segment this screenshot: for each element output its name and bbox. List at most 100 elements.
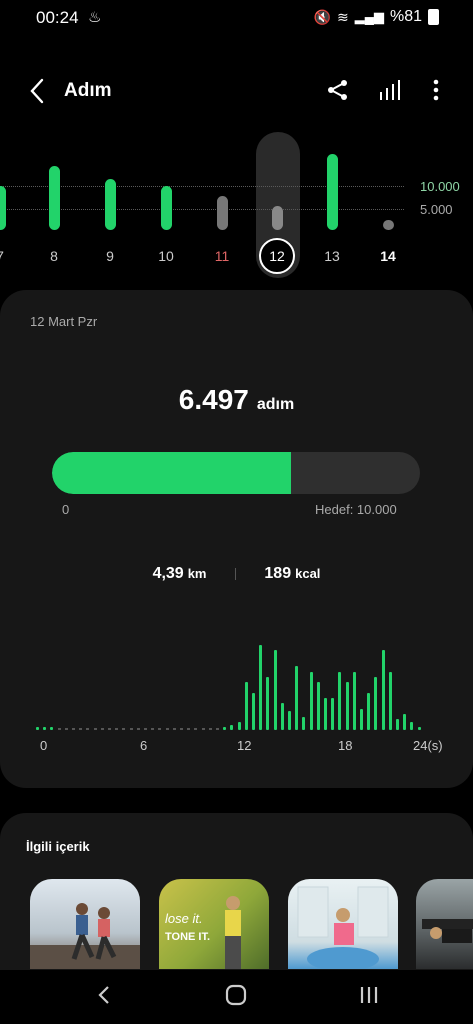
back-button[interactable] [24, 74, 54, 108]
day-bar-12[interactable] [272, 206, 283, 230]
calories-value: 189 [264, 565, 292, 582]
day-label-14[interactable]: 14 [373, 248, 403, 264]
step-count: 6.497 adım [0, 384, 473, 416]
day-bar-9[interactable] [105, 178, 116, 230]
hourly-bar [237, 721, 241, 730]
distance-value: 4,39 [152, 565, 184, 582]
hourly-bar [360, 708, 363, 730]
day-label-10[interactable]: 10 [151, 248, 181, 264]
hourly-bar [338, 671, 342, 730]
hourly-empty-mark [72, 728, 75, 730]
page-title: Adım [64, 80, 112, 101]
bar-chart-icon [380, 80, 400, 100]
hourly-steps-chart [36, 640, 426, 730]
day-bar-8[interactable] [49, 166, 60, 230]
distance-unit: km [187, 566, 207, 581]
stretching-woman-image [297, 886, 389, 969]
calories-unit: kcal [295, 566, 321, 581]
day-label-8[interactable]: 8 [39, 248, 69, 264]
battery-percent: %81 [389, 8, 422, 25]
hourly-bar [50, 727, 54, 730]
hourly-bar [324, 698, 327, 730]
related-thumb-stretch[interactable] [288, 879, 398, 969]
day-label-11[interactable]: 11 [207, 248, 237, 264]
hourly-bar [223, 727, 227, 730]
wifi-icon: ≋ [337, 8, 349, 25]
hourly-bar [252, 692, 255, 730]
day-bar-11[interactable] [217, 196, 228, 230]
hourly-empty-mark [93, 728, 97, 730]
day-bar-14[interactable] [383, 220, 394, 230]
hourly-bar [259, 645, 263, 730]
day-label-13[interactable]: 13 [317, 248, 347, 264]
hourly-empty-mark [57, 728, 61, 730]
gym-image [422, 919, 473, 943]
status-bar: 00:24 ♨ 🔇 ≋ ▂▄▆ %81 [0, 0, 473, 36]
hourly-bar [331, 698, 335, 730]
hourly-bar [266, 676, 270, 730]
trends-button[interactable] [376, 76, 404, 104]
hourly-bar [352, 671, 356, 730]
more-options-button[interactable] [422, 76, 450, 104]
nav-back-button[interactable] [96, 984, 112, 1012]
hour-label-12: 12 [237, 738, 252, 753]
day-bar-10[interactable] [161, 186, 172, 230]
selected-date: 12 Mart Pzr [30, 314, 98, 329]
hourly-bar [288, 710, 291, 730]
daily-summary-card: 12 Mart Pzr 6.497 adım 0 Hedef: 10.000 4,… [0, 290, 473, 788]
hourly-bar [403, 714, 407, 730]
goal-line-10000 [0, 186, 404, 187]
day-label-9[interactable]: 9 [95, 248, 125, 264]
hourly-empty-mark [136, 728, 140, 730]
nav-back-icon [98, 986, 109, 1004]
hourly-bar [367, 692, 371, 730]
battery-icon [428, 9, 439, 25]
day-label-7[interactable]: 7 [0, 248, 15, 264]
hourly-bar [244, 682, 248, 730]
day-label-12[interactable]: 12 [262, 248, 292, 264]
hour-label-24: 24(s) [413, 738, 443, 753]
goal-progress-fill [52, 452, 292, 494]
related-thumb-tone-it[interactable]: lose it. TONE IT. [159, 879, 269, 969]
goal-label-low: 5.000 [420, 202, 453, 217]
hourly-bar [345, 682, 349, 730]
hourly-empty-mark [194, 728, 198, 730]
hour-label-18: 18 [338, 738, 353, 753]
more-vertical-icon [433, 79, 439, 101]
day-bar-13[interactable] [327, 154, 338, 230]
progress-start-label: 0 [62, 502, 70, 517]
nav-recents-button[interactable] [358, 984, 380, 1012]
hourly-empty-mark [216, 728, 219, 730]
hourly-empty-mark [172, 728, 176, 730]
hourly-bar [302, 717, 306, 730]
hourly-empty-mark [151, 728, 155, 730]
hourly-empty-mark [100, 728, 104, 730]
share-button[interactable] [324, 76, 352, 104]
hourly-empty-mark [115, 728, 119, 730]
hourly-empty-mark [144, 728, 147, 730]
hourly-empty-mark [122, 728, 126, 730]
hourly-empty-mark [208, 728, 212, 730]
hour-label-6: 6 [140, 738, 148, 753]
hourly-bar [309, 671, 313, 730]
goal-line-5000 [0, 209, 404, 210]
related-thumb-running[interactable] [30, 879, 140, 969]
hourly-empty-mark [108, 728, 111, 730]
navigation-bar [0, 970, 473, 1024]
day-bar-7[interactable] [0, 186, 6, 230]
stats-row: 4,39 km 189 kcal [0, 565, 473, 583]
step-count-value: 6.497 [178, 384, 249, 415]
mute-icon: 🔇 [313, 8, 332, 25]
step-count-unit: adım [256, 396, 295, 413]
related-thumb-gym[interactable] [416, 879, 473, 969]
woman-image [225, 896, 241, 969]
nav-home-button[interactable] [225, 984, 247, 1012]
status-icons: 🔇 ≋ ▂▄▆ %81 [314, 8, 439, 26]
hourly-bar [43, 727, 47, 730]
weekly-steps-chart[interactable]: 10.000 5.000 7 8 9 10 11 12 13 14 [0, 130, 473, 280]
hourly-bar [273, 650, 277, 730]
hourly-bar [230, 724, 234, 730]
hourly-empty-mark [187, 728, 191, 730]
hourly-empty-mark [201, 728, 205, 730]
stats-divider [234, 567, 236, 580]
